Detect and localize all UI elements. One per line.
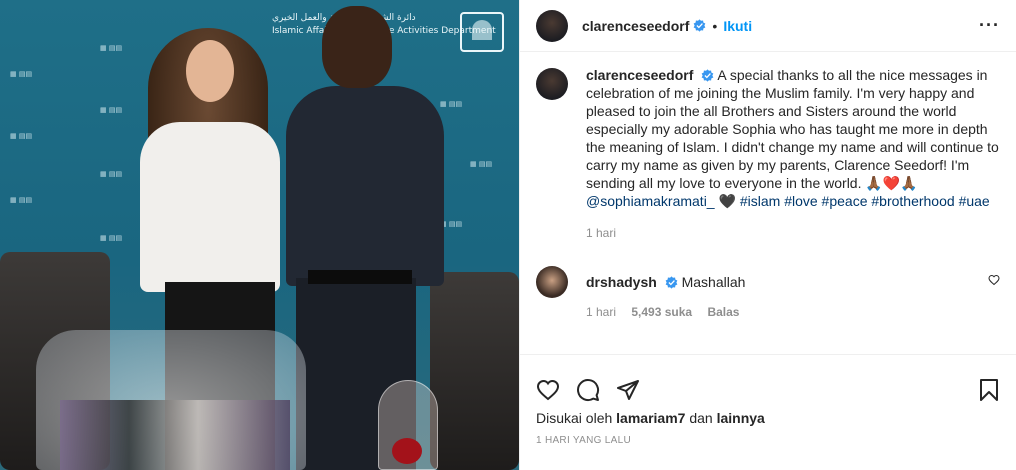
backdrop-logo-icon: ▦ ▤▤ xyxy=(100,234,123,242)
hashtag-link[interactable]: #brotherhood xyxy=(871,193,954,209)
follow-button[interactable]: Ikuti xyxy=(723,18,752,34)
paper-plane-icon[interactable] xyxy=(616,378,640,402)
backdrop-logo-icon: ▦ ▤▤ xyxy=(100,170,123,178)
verified-badge-icon xyxy=(694,19,706,32)
post-date[interactable]: 1 HARI YANG LALU xyxy=(536,435,631,446)
black-heart-emoji: 🖤 xyxy=(718,193,736,209)
heart-icon[interactable] xyxy=(536,378,560,402)
bookmark-icon[interactable] xyxy=(977,378,1001,402)
comment-timestamp[interactable]: 1 hari xyxy=(586,305,616,319)
man-belt xyxy=(308,270,412,284)
post-photo[interactable]: دائرة الشؤون الإسلامية والعمل الخيري Isl… xyxy=(0,0,519,470)
backdrop-logo-icon: ▦ ▤▤ xyxy=(10,132,33,140)
ellipsis-icon[interactable]: ··· xyxy=(979,15,1000,36)
caption-text-block: clarenceseedorf A special thanks to all … xyxy=(586,66,1000,210)
gift-basket-items xyxy=(60,400,290,470)
comment-likes[interactable]: 5,493 suka xyxy=(631,305,692,319)
caption-text: A special thanks to all the nice message… xyxy=(586,67,999,191)
hashtag-link[interactable]: #peace xyxy=(822,193,868,209)
post-details-panel: clarenceseedorf • Ikuti ··· clarenceseed… xyxy=(519,0,1016,470)
caption-username[interactable]: clarenceseedorf xyxy=(586,67,693,83)
backdrop-logo-icon: ▦ ▤▤ xyxy=(10,70,33,78)
backdrop-logo-icon: ▦ ▤▤ xyxy=(10,196,33,204)
post-caption: clarenceseedorf A special thanks to all … xyxy=(520,52,1016,242)
liked-by-user[interactable]: lamariam7 xyxy=(616,410,685,426)
liked-by-middle: dan xyxy=(689,410,713,426)
separator-dot: • xyxy=(712,17,718,34)
comment-text: Mashallah xyxy=(681,274,746,290)
avatar[interactable] xyxy=(536,266,568,298)
dome-logo-icon xyxy=(460,12,504,52)
woman-face xyxy=(186,40,234,102)
comment-item: drshadysh Mashallah 1 hari 5,493 suka Ba… xyxy=(520,266,1016,319)
mention-link[interactable]: @sophiamakramati_ xyxy=(586,193,715,209)
verified-badge-icon xyxy=(701,69,714,82)
liked-by-prefix: Disukai oleh xyxy=(536,410,613,426)
hashtag-link[interactable]: #love xyxy=(784,193,817,209)
armchair-right xyxy=(430,272,519,470)
comment-bubble-icon[interactable] xyxy=(576,378,600,402)
man-figure xyxy=(286,86,444,286)
comment-username[interactable]: drshadysh xyxy=(586,274,657,290)
liked-by-line: Disukai oleh lamariam7 dan lainnya xyxy=(536,410,765,426)
woman-blouse xyxy=(140,122,280,292)
hashtag-link[interactable]: #islam xyxy=(740,193,780,209)
backdrop-logo-icon: ▦ ▤▤ xyxy=(440,100,463,108)
post-actions xyxy=(520,354,1016,410)
caption-body: clarenceseedorf A special thanks to all … xyxy=(586,66,1000,242)
liked-by-others[interactable]: lainnya xyxy=(717,410,765,426)
backdrop-logo-icon: ▦ ▤▤ xyxy=(100,106,123,114)
hashtag-link[interactable]: #uae xyxy=(959,193,990,209)
caption-timestamp[interactable]: 1 hari xyxy=(586,224,1000,242)
avatar[interactable] xyxy=(536,68,568,100)
header-username[interactable]: clarenceseedorf xyxy=(582,18,689,34)
man-head xyxy=(322,6,392,88)
comment-meta: 1 hari 5,493 suka Balas xyxy=(586,305,988,319)
heart-icon[interactable] xyxy=(988,274,1000,286)
comment-line: drshadysh Mashallah xyxy=(586,273,988,291)
post-header: clarenceseedorf • Ikuti ··· xyxy=(520,0,1016,52)
backdrop-logo-icon: ▦ ▤▤ xyxy=(100,44,123,52)
comment-body: drshadysh Mashallah 1 hari 5,493 suka Ba… xyxy=(586,266,988,319)
reply-button[interactable]: Balas xyxy=(707,305,739,319)
backdrop-logo-icon: ▦ ▤▤ xyxy=(470,160,493,168)
red-rose xyxy=(392,438,422,464)
avatar[interactable] xyxy=(536,9,568,42)
verified-badge-icon xyxy=(665,276,678,289)
